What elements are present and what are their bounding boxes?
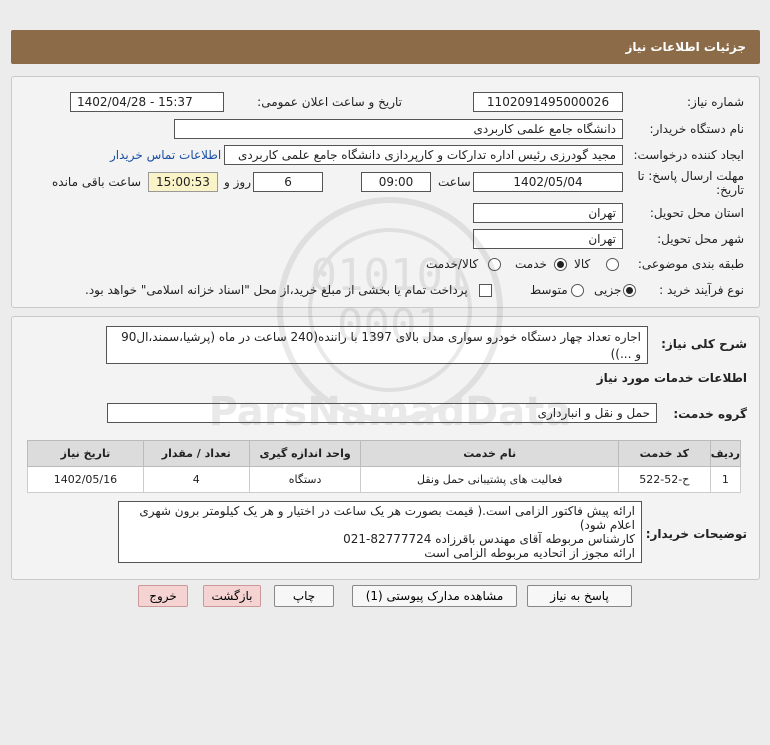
services-panel: شرح کلی نیاز: اجاره تعداد چهار دستگاه خو… [11, 316, 760, 580]
category-radio-service[interactable] [554, 258, 567, 271]
deadline-time-field: 09:00 [361, 172, 431, 192]
need-number-field: 1102091495000026 [473, 92, 623, 112]
col-header-index: ردیف [709, 440, 742, 467]
exit-button[interactable]: خروج [138, 585, 188, 607]
need-info-panel: شماره نیاز: 1102091495000026 تاریخ و ساع… [11, 76, 760, 308]
buyer-notes-label: توضیحات خریدار: [645, 527, 747, 541]
row-index: 1 [709, 466, 742, 493]
treasury-payment-note: پرداخت تمام یا بخشی از مبلغ خرید،از محل … [85, 283, 468, 297]
buyer-note-line-1: ارائه پیش فاکتور الزامی است.( قیمت بصورت… [139, 504, 635, 532]
treasury-payment-checkbox[interactable] [479, 284, 492, 297]
days-label: روز و [224, 175, 251, 189]
process-radio-minor[interactable] [623, 284, 636, 297]
page-header: جزئیات اطلاعات نیاز [11, 30, 760, 64]
requester-field: مجید گودرزی رئیس اداره تدارکات و کارپردا… [224, 145, 623, 165]
table-row: 1 ح-52-522 فعالیت های پشتیبانی حمل ونقل … [27, 466, 742, 493]
requester-label: ایجاد کننده درخواست: [633, 148, 744, 162]
row-unit: دستگاه [248, 466, 362, 493]
city-label: شهر محل تحویل: [657, 232, 744, 246]
summary-label: شرح کلی نیاز: [661, 337, 747, 351]
remaining-time-field: 15:00:53 [148, 172, 218, 192]
city-field: تهران [473, 229, 623, 249]
row-date: 1402/05/16 [27, 466, 144, 493]
category-option-service: خدمت [515, 257, 547, 271]
services-table: ردیف کد خدمت نام خدمت واحد اندازه گیری ت… [27, 440, 742, 493]
buyer-field: دانشگاه جامع علمی کاربردی [174, 119, 623, 139]
col-header-qty: تعداد / مقدار [142, 440, 250, 467]
province-label: استان محل تحویل: [649, 206, 744, 220]
days-field: 6 [253, 172, 323, 192]
services-table-header: ردیف کد خدمت نام خدمت واحد اندازه گیری ت… [27, 440, 742, 467]
deadline-label: مهلت ارسال پاسخ: تا [637, 169, 744, 183]
process-option-minor: جزیی [594, 283, 622, 297]
buyer-notes-box[interactable]: ارائه پیش فاکتور الزامی است.( قیمت بصورت… [118, 501, 642, 563]
announce-field: 1402/04/28 - 15:37 [70, 92, 224, 112]
buyer-note-line-2: کارشناس مربوطه آقای مهندس باقرزاده 82777… [343, 532, 635, 546]
deadline-date-field: 1402/05/04 [473, 172, 623, 192]
category-label: طبقه بندی موضوعی: [637, 257, 744, 271]
category-radio-goods[interactable] [606, 258, 619, 271]
row-code: ح-52-522 [617, 466, 711, 493]
remaining-label: ساعت باقی مانده [52, 175, 142, 189]
row-qty: 4 [142, 466, 250, 493]
category-radio-goods-service[interactable] [488, 258, 501, 271]
announce-label: تاریخ و ساعت اعلان عمومی: [257, 95, 402, 109]
buyer-note-line-3: ارائه مجوز از اتحادیه مربوطه الزامی است [424, 546, 635, 560]
need-number-label: شماره نیاز: [687, 95, 744, 109]
process-radio-medium[interactable] [571, 284, 584, 297]
category-option-goods: کالا [574, 257, 591, 271]
service-group-field: حمل و نقل و انبارداری [107, 403, 657, 423]
print-button[interactable]: چاپ [274, 585, 334, 607]
summary-text: اجاره تعداد چهار دستگاه خودرو سواری مدل … [106, 326, 648, 364]
page-title: جزئیات اطلاعات نیاز [625, 40, 746, 54]
buyer-label: نام دستگاه خریدار: [649, 122, 745, 136]
col-header-date: تاریخ نیاز [27, 440, 144, 467]
deadline-time-label: ساعت [438, 175, 471, 189]
service-group-label: گروه خدمت: [673, 407, 747, 421]
reply-button[interactable]: پاسخ به نیاز [527, 585, 632, 607]
row-name: فعالیت های پشتیبانی حمل ونقل [360, 466, 619, 493]
col-header-name: نام خدمت [360, 440, 619, 467]
col-header-unit: واحد اندازه گیری [248, 440, 362, 467]
process-label: نوع فرآیند خرید : [659, 283, 744, 297]
view-attachments-button[interactable]: مشاهده مدارک پیوستی (1) [352, 585, 517, 607]
col-header-code: کد خدمت [617, 440, 711, 467]
province-field: تهران [473, 203, 623, 223]
process-option-medium: متوسط [530, 283, 568, 297]
deadline-label-date: تاریخ: [716, 183, 744, 197]
back-button[interactable]: بازگشت [203, 585, 261, 607]
category-option-goods-service: کالا/خدمت [426, 257, 479, 271]
contact-info-link[interactable]: اطلاعات تماس خریدار [110, 148, 221, 162]
services-section-title: اطلاعات خدمات مورد نیاز [596, 371, 747, 385]
